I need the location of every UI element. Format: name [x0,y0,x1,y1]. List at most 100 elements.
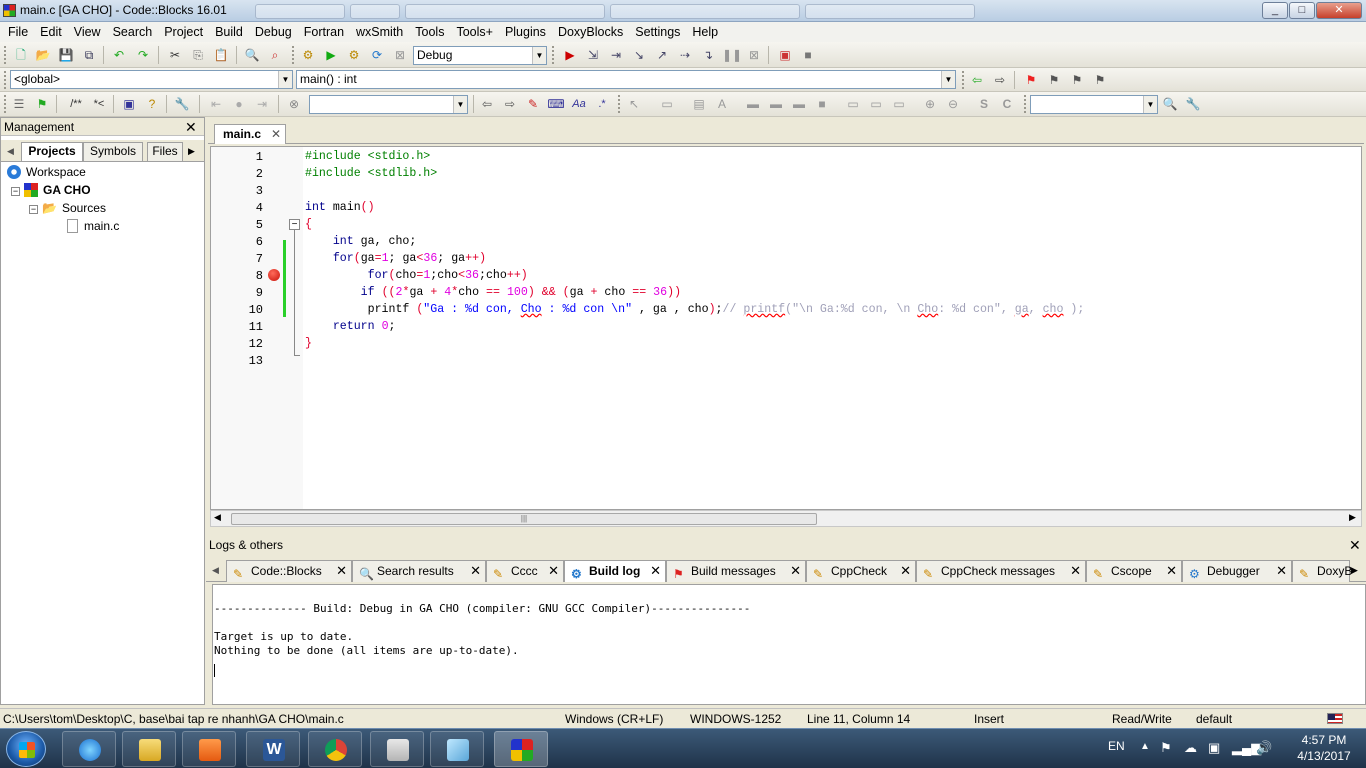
tab-debugger[interactable]: ⚙ Debugger ✕ [1182,560,1292,582]
tab-build-messages[interactable]: ⚑ Build messages ✕ [666,560,806,582]
taskbar-media-player[interactable] [182,731,236,767]
taskbar-word[interactable]: W [246,731,300,767]
menu-fortran[interactable]: Fortran [298,22,350,42]
tree-project-ga-cho[interactable]: − GA CHO [11,182,91,198]
debugging-windows-icon[interactable]: ▣ [776,46,794,64]
start-button[interactable] [6,731,46,767]
tab-files[interactable]: Files [147,142,183,161]
symbol-search-input[interactable]: ▼ [1030,95,1158,114]
tab-projects[interactable]: Projects [21,142,83,161]
breakpoint-icon[interactable] [268,269,280,281]
scroll-right-icon[interactable]: ▶ [1349,512,1356,523]
menu-tools[interactable]: Tools [409,22,450,42]
scroll-right-icon[interactable]: ▶ [1351,565,1358,576]
next-instruction-icon[interactable]: ⇢ [676,46,694,64]
next-line-icon[interactable]: ⇥ [607,46,625,64]
menu-edit[interactable]: Edit [34,22,68,42]
prev-marker-icon[interactable]: ⇤ [207,95,225,113]
taskbar-chrome[interactable] [308,731,362,767]
step-into-icon[interactable]: ↘ [630,46,648,64]
tab-main-c[interactable]: main.c ✕ [214,124,286,144]
comment-line-icon[interactable]: *< [90,95,108,113]
menu-help[interactable]: Help [686,22,724,42]
s-icon[interactable]: S [975,95,993,113]
input-language[interactable]: EN [1108,739,1125,753]
tab-search-results[interactable]: 🔍 Search results ✕ [352,560,486,582]
jump-back-icon[interactable]: ⇦ [968,71,986,89]
toolbar-grip[interactable] [292,46,296,64]
menu-wxsmith[interactable]: wxSmith [350,22,409,42]
text-shape-icon[interactable]: A [713,95,731,113]
help-icon[interactable]: ? [143,95,161,113]
stop-debugger-icon[interactable]: ⊠ [745,46,763,64]
build-target-select[interactable]: Debug ▼ [413,46,547,65]
maximize-button[interactable]: □ [1289,2,1315,19]
taskbar-notes[interactable] [430,731,484,767]
shape-e-icon[interactable]: ▭ [844,95,862,113]
fold-collapse-icon[interactable]: − [289,219,300,230]
tree-folder-sources[interactable]: − 📂 Sources [29,200,106,216]
scroll-left-icon[interactable]: ◀ [214,512,221,523]
scope-select[interactable]: <global> ▼ [10,70,293,89]
c-icon[interactable]: C [998,95,1016,113]
toolbar-grip[interactable] [962,71,966,89]
close-icon[interactable]: ✕ [1070,561,1081,581]
various-info-icon[interactable]: ■ [799,46,817,64]
shape-b-icon[interactable]: ▬ [767,95,785,113]
toggle-bookmark-icon[interactable]: ⚑ [1022,71,1040,89]
taskbar-internet-explorer[interactable] [62,731,116,767]
taskbar-paint[interactable] [370,731,424,767]
close-icon[interactable]: ✕ [1349,538,1361,552]
close-icon[interactable]: ✕ [271,125,281,143]
zoom-out-icon[interactable]: ⊖ [944,95,962,113]
copy-icon[interactable]: ⎘ [189,46,207,64]
clear-icon[interactable]: ⊗ [285,95,303,113]
toggle-marker-icon[interactable]: ● [230,95,248,113]
find-icon[interactable]: 🔍 [243,46,261,64]
close-icon[interactable]: ✕ [650,561,661,581]
taskbar-codeblocks[interactable] [494,731,548,767]
menu-doxyblocks[interactable]: DoxyBlocks [552,22,629,42]
menu-build[interactable]: Build [209,22,249,42]
taskbar-file-explorer[interactable] [122,731,176,767]
tab-codeblocks-log[interactable]: ✎ Code::Blocks ✕ [226,560,352,582]
search-go-icon[interactable]: 🔍 [1161,95,1179,113]
shape-a-icon[interactable]: ▬ [744,95,762,113]
shape-d-icon[interactable]: ■ [813,95,831,113]
run-icon[interactable]: ▶ [322,46,340,64]
close-icon[interactable]: ✕ [1166,561,1177,581]
clock[interactable]: 4:57 PM 4/13/2017 [1290,733,1358,763]
step-into-instruction-icon[interactable]: ↴ [699,46,717,64]
tab-cscope[interactable]: ✎ Cscope ✕ [1086,560,1182,582]
tree-file-main-c[interactable]: main.c [67,218,119,234]
collapse-icon[interactable]: − [29,205,38,214]
selection-only-icon[interactable]: ⌨ [547,95,565,113]
toolbar-grip[interactable] [552,46,556,64]
cloud-tray-icon[interactable]: ☁ [1184,740,1197,756]
menu-settings[interactable]: Settings [629,22,686,42]
shape-f-icon[interactable]: ▭ [867,95,885,113]
cut-icon[interactable]: ✂ [166,46,184,64]
tab-cppcheck[interactable]: ✎ CppCheck ✕ [806,560,916,582]
blank-shape-icon[interactable]: ▭ [658,95,676,113]
prev-bookmark-icon[interactable]: ⚑ [1045,71,1063,89]
minimize-button[interactable]: _ [1262,2,1288,19]
image-shape-icon[interactable]: ▤ [690,95,708,113]
next-marker-icon[interactable]: ⇥ [253,95,271,113]
code-editor[interactable]: − 1 2 3 4 5 6 7 8 9 10 11 12 13 #include… [210,146,1362,510]
close-icon[interactable]: ✕ [548,561,559,581]
search-next-icon[interactable]: ⇨ [501,95,519,113]
tab-cccc[interactable]: ✎ Cccc ✕ [486,560,564,582]
redo-icon[interactable]: ↷ [134,46,152,64]
build-log-output[interactable]: -------------- Build: Debug in GA CHO (c… [212,584,1366,705]
clear-bookmarks-icon[interactable]: ⚑ [1091,71,1109,89]
comment-block-icon[interactable]: /** [64,95,88,113]
menu-search[interactable]: Search [107,22,159,42]
build-gear-icon[interactable]: ⚙ [299,46,317,64]
menu-plugins[interactable]: Plugins [499,22,552,42]
menu-project[interactable]: Project [158,22,209,42]
tab-symbols[interactable]: Symbols [83,142,143,161]
new-file-icon[interactable]: 🗋 [12,46,30,64]
regex-icon[interactable]: .* [593,95,611,113]
jump-forward-icon[interactable]: ⇨ [991,71,1009,89]
